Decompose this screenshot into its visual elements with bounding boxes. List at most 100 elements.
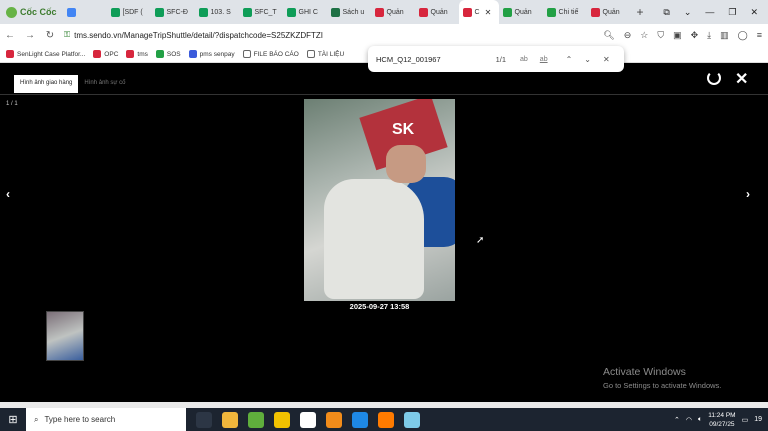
rotate-icon[interactable] — [707, 71, 721, 85]
close-window-button[interactable]: ✕ — [750, 7, 758, 18]
bookmark-item[interactable]: tms — [126, 50, 148, 58]
new-tab-button[interactable]: + — [631, 5, 650, 19]
browser-tab[interactable]: Quản — [415, 0, 459, 24]
prev-image-button[interactable]: ‹ — [6, 187, 10, 201]
taskbar-search-placeholder: Type here to search — [44, 415, 116, 424]
browser-brand[interactable]: Cốc Cốc — [0, 0, 63, 24]
coccoc-taskbar-icon[interactable] — [248, 411, 264, 428]
sidebar-icon[interactable]: ▥ — [720, 30, 729, 41]
browser-tab[interactable] — [63, 0, 107, 24]
tab-label: SFC_T — [254, 8, 277, 16]
folder-icon — [306, 50, 315, 58]
browser-tab[interactable]: GHI C — [283, 0, 327, 24]
bookmark-item[interactable]: SOS — [155, 50, 181, 58]
next-image-button[interactable]: › — [746, 187, 750, 201]
find-next-button[interactable]: ⌄ — [584, 55, 591, 64]
find-prev-button[interactable]: ⌃ — [566, 55, 573, 64]
toolbar-actions: 🔍︎ ⊖ ☆ ⛉ ▣ ✥ ⤓ ▥ ◯ ≡ — [603, 24, 762, 46]
browser-tab[interactable]: SFC_T — [239, 0, 283, 24]
pinned-apps — [196, 411, 420, 428]
minimize-button[interactable]: — — [705, 7, 714, 17]
bookmark-item[interactable]: OPC — [93, 50, 118, 58]
tray-chevron-icon[interactable]: ⌃ — [674, 416, 680, 424]
search-icon: ⌕ — [34, 414, 39, 424]
edge-icon[interactable] — [352, 411, 368, 428]
app3-icon[interactable] — [404, 411, 420, 428]
window-controls: ⧉ ⌄ — ❐ ✕ — [663, 0, 768, 24]
clock-date: 09/27/25 — [709, 420, 735, 428]
page-find-icon[interactable]: 🔍︎ — [603, 30, 614, 41]
browser-tab[interactable]: [SDF ( — [107, 0, 151, 24]
tab-label: Quản — [386, 8, 404, 16]
sticky-notes-icon[interactable] — [274, 411, 290, 428]
folder-icon — [242, 50, 251, 58]
image-viewer: Hình ảnh giao hàng Hình ảnh sự cố 1 / 1 … — [0, 63, 768, 402]
browser-tab[interactable]: SFC-Đ — [151, 0, 195, 24]
chevron-down-icon[interactable]: ⌄ — [684, 7, 692, 18]
site-info-icon[interactable]: ⚿ — [64, 30, 70, 40]
browser-tab[interactable]: Quản — [587, 0, 631, 24]
photo-bag — [324, 179, 424, 299]
close-viewer-button[interactable]: ✕ — [735, 69, 748, 89]
volume-icon[interactable]: 🔈︎ — [698, 416, 702, 424]
tab-favicon-icon — [330, 7, 340, 17]
photo-thumbnail[interactable] — [46, 311, 84, 361]
puzzle-icon[interactable]: ✥ — [691, 30, 699, 41]
find-close-button[interactable]: ✕ — [603, 55, 610, 64]
restore-button[interactable]: ❐ — [728, 7, 736, 18]
notification-icon[interactable]: ▭ — [742, 416, 749, 424]
network-icon[interactable]: ◠ — [686, 416, 692, 424]
browser-tab[interactable]: Sách u — [327, 0, 371, 24]
zoom-icon[interactable]: ⊖ — [624, 30, 632, 41]
start-button[interactable]: ⊞ — [0, 413, 26, 426]
delivery-photo[interactable]: SK — [304, 99, 455, 301]
tab-favicon-icon — [110, 7, 120, 17]
forward-button[interactable]: → — [20, 30, 40, 41]
photo-sign-text: SK — [392, 121, 415, 138]
windows-taskbar: ⊞ ⌕ Type here to search ⌃ ◠ 🔈︎ 11:24 PM … — [0, 408, 768, 431]
bookmark-favicon-icon — [6, 50, 14, 58]
profile-icon[interactable]: ◯ — [738, 30, 748, 41]
watermark-title: Activate Windows — [603, 366, 686, 378]
bookmark-favicon-icon — [93, 50, 102, 58]
tab-label: C — [474, 8, 480, 16]
browser-tab[interactable]: Quản — [499, 0, 543, 24]
browser-tab[interactable]: Quản — [371, 0, 415, 24]
file-explorer-icon[interactable] — [222, 411, 238, 428]
watermark-subtitle: Go to Settings to activate Windows. — [603, 381, 722, 390]
tab-delivery-images[interactable]: Hình ảnh giao hàng — [14, 75, 79, 93]
taskbar-search[interactable]: ⌕ Type here to search — [26, 408, 186, 431]
shield-icon[interactable]: ⛉ — [657, 30, 664, 41]
browser-tab[interactable]: C ✕ — [458, 0, 499, 24]
reload-button[interactable]: ↻ — [40, 30, 60, 41]
bookmark-star-icon[interactable]: ☆ — [640, 30, 648, 41]
bookmark-item[interactable]: FILE BÁO CÁO — [242, 50, 299, 58]
menu-icon[interactable]: ≡ — [757, 30, 762, 40]
bookmark-item[interactable]: SenLight Case Platfor... — [6, 50, 85, 58]
find-input[interactable]: HCM_Q12_001967 — [376, 55, 476, 64]
whole-word-toggle[interactable]: ab — [540, 56, 548, 63]
url-field[interactable]: ⚿ tms.sendo.vn/ManageTripShuttle/detail/… — [64, 30, 323, 40]
chat-app-icon[interactable] — [300, 411, 316, 428]
browser-tab[interactable]: 103. S — [195, 0, 239, 24]
bookmark-item[interactable]: TÀI LIỆU — [306, 50, 345, 58]
bookmark-label: pms senpay — [199, 50, 235, 58]
bookmark-label: TÀI LIỆU — [317, 50, 345, 58]
clock[interactable]: 11:24 PM 09/27/25 — [708, 411, 735, 429]
match-case-toggle[interactable]: ab — [520, 56, 528, 63]
tab-close-icon[interactable]: ✕ — [485, 8, 492, 17]
app2-icon[interactable] — [378, 411, 394, 428]
browser-tab[interactable]: Chi tiế — [543, 0, 587, 24]
tab-search-icon[interactable]: ⧉ — [663, 7, 669, 18]
tab-incident-images[interactable]: Hình ảnh sự cố — [78, 75, 131, 93]
extension-icon[interactable]: ▣ — [673, 30, 682, 41]
tab-favicon-icon — [590, 7, 600, 17]
app-icon[interactable] — [326, 411, 342, 428]
tab-label: SFC-Đ — [166, 8, 188, 16]
bookmark-item[interactable]: pms senpay — [188, 50, 235, 58]
tab-label: Sách u — [342, 8, 365, 16]
download-icon[interactable]: ⤓ — [707, 30, 711, 41]
task-view-icon[interactable] — [196, 411, 212, 428]
back-button[interactable]: ← — [0, 30, 20, 41]
bookmark-favicon-icon — [126, 50, 135, 58]
